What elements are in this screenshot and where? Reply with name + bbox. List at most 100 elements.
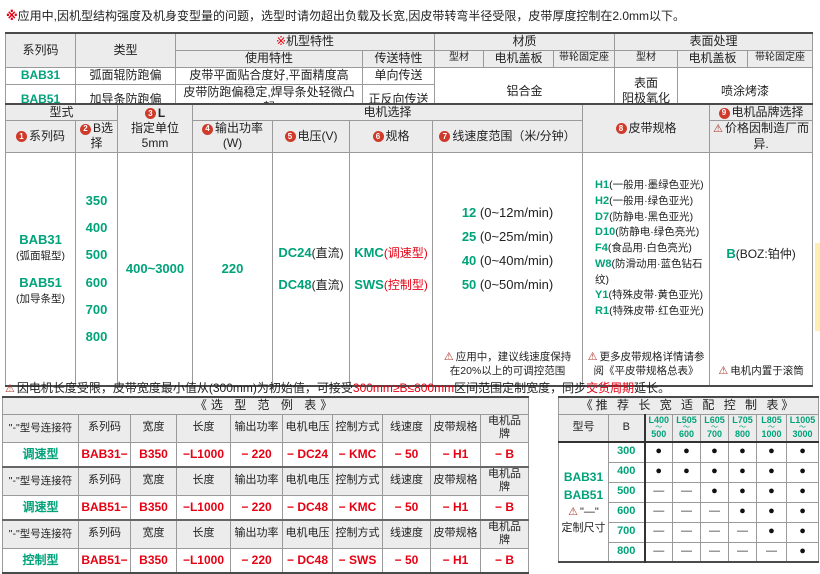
voltage-options-cell: DC24(直流)DC48(直流) — [273, 152, 350, 386]
circle-3-icon: 3 — [145, 108, 156, 119]
length-range-stack: L605〜700 — [701, 416, 728, 439]
example-header-cell: 线速度 — [383, 467, 431, 496]
speed-range: (0~25m/min) — [476, 229, 553, 244]
available-cell: ● — [787, 522, 819, 542]
warning-icon: ⚠ — [713, 123, 723, 135]
available-cell: ● — [673, 442, 701, 462]
unavailable-cell: — — [673, 522, 701, 542]
belt-desc: (特殊皮带·黄色亚光) — [609, 289, 704, 301]
series-bab51: BAB51 — [19, 275, 62, 291]
unavailable-cell: — — [757, 542, 787, 562]
power-value: 220 — [222, 261, 244, 277]
belt-option: D10(防静电·绿色亮光) — [595, 225, 699, 241]
example-value-cell: B350 — [131, 549, 177, 573]
example-value-cell: − 50 — [383, 496, 431, 520]
example-header-cell: 控制方式 — [333, 467, 383, 496]
circle-7-icon: 7 — [439, 131, 450, 142]
speed-code: 12 — [462, 205, 476, 220]
usage-warning-text: 应用中,因机型结构强度及机身变型量的问题，选型时请勿超出负载及长宽,因皮带转弯半… — [18, 9, 685, 23]
example-table-title: 《选 型 范 例 表》 — [3, 397, 529, 414]
b-option: 600 — [86, 275, 108, 291]
example-row-label: 调速型 — [3, 443, 79, 467]
available-cell: ● — [787, 542, 819, 562]
example-header-cell: 宽度 — [131, 467, 177, 496]
delivery-highlight: 交货周期 — [586, 381, 634, 395]
width-range-highlight: 300mm≥B≤800mm — [353, 381, 454, 395]
usage-warning-note: ※应用中,因机型结构强度及机身变型量的问题，选型时请勿超出负载及长宽,因皮带转弯… — [6, 7, 685, 24]
voltage-option: DC48(直流) — [278, 277, 343, 293]
example-value-cell: − DC48 — [283, 496, 333, 520]
spec-note: (调速型) — [384, 246, 428, 260]
belt-note: ⚠更多皮带规格详情请参 阅《平皮带规格总表》 — [583, 350, 709, 378]
belt-code: D10 — [595, 226, 615, 238]
col-surface-profile: 型材 — [615, 50, 678, 67]
voltage-option: DC24(直流) — [278, 245, 343, 261]
example-value-cell: − H1 — [431, 443, 481, 467]
belt-code: H2 — [595, 195, 609, 207]
example-header-cell: 长度 — [177, 414, 231, 443]
available-cell: ● — [673, 462, 701, 482]
available-cell: ● — [729, 482, 757, 502]
col-speed-range: 7线速度范围（米/分钟） — [433, 121, 583, 153]
belt-desc: (防静电·黑色亚光) — [609, 211, 693, 223]
available-cell: ● — [757, 502, 787, 522]
unavailable-cell: — — [645, 502, 673, 522]
col-model: 型号 — [559, 414, 609, 442]
available-cell: ● — [757, 442, 787, 462]
length-bottom: 700 — [707, 430, 722, 439]
b-option: 500 — [86, 247, 108, 263]
series-options-cell: BAB31 (弧面辊型) BAB51 (加导条型) — [6, 152, 76, 386]
model-line: BAB31 — [559, 468, 608, 486]
unavailable-cell: — — [729, 542, 757, 562]
belt-code: F4 — [595, 242, 608, 254]
length-range-header: L705〜800 — [729, 414, 757, 442]
circle-5-icon: 5 — [285, 131, 296, 142]
example-value-cell: − 50 — [383, 443, 431, 467]
type-bab31: 弧面辊防跑偏 — [76, 67, 176, 84]
model-cell: BAB31BAB51⚠"—"定制尺寸 — [559, 442, 609, 562]
available-cell: ● — [645, 462, 673, 482]
example-header-cell: 宽度 — [131, 520, 177, 549]
example-value-cell: − KMC — [333, 496, 383, 520]
example-header-row: "-"型号连接符系列码宽度长度输出功率电机电压控制方式线速度皮带规格电机品牌 — [3, 520, 529, 549]
example-header-cell: 控制方式 — [333, 414, 383, 443]
warning-icon: ⚠ — [444, 351, 454, 363]
col-motor-group: 电机选择 — [193, 104, 583, 121]
voltage-note: (直流) — [312, 278, 344, 292]
example-header-cell: 电机电压 — [283, 414, 333, 443]
belt-desc: (一般用·墨绿色亚光) — [609, 179, 704, 191]
speed-range: (0~40m/min) — [476, 253, 553, 268]
length-range-header: L805〜1000 — [757, 414, 787, 442]
belt-desc: (防滑动用·蓝色钻石纹) — [595, 258, 703, 286]
example-value-cell: − DC24 — [283, 443, 333, 467]
example-value-cell: BAB51− — [79, 549, 131, 573]
example-header-cell: 电机电压 — [283, 520, 333, 549]
col-spec: 6规格 — [350, 121, 433, 153]
length-range-header: L400〜500 — [645, 414, 673, 442]
spec-options-cell: KMC(调速型)SWS(控制型) — [350, 152, 433, 386]
available-cell: ● — [729, 502, 757, 522]
unavailable-cell: — — [673, 482, 701, 502]
b-option: 400 — [86, 220, 108, 236]
col-surface-motor-cover: 电机盖板 — [678, 50, 748, 67]
example-value-cell: − KMC — [333, 443, 383, 467]
belt-desc: (防静电·绿色亮光) — [615, 226, 699, 238]
example-header-cell: 线速度 — [383, 520, 431, 549]
available-cell: ● — [757, 482, 787, 502]
col-surface-pulley-seat: 带轮固定座 — [748, 50, 813, 67]
example-header-cell: 控制方式 — [333, 520, 383, 549]
unavailable-cell: — — [645, 542, 673, 562]
model-selector-table: 型式 3L 指定单位5mm 电机选择 8皮带规格 9电机品牌选择 1系列码 2B… — [5, 103, 813, 387]
belt-option: H2(一般用·绿色亚光) — [595, 194, 693, 210]
voltage-code: DC24 — [278, 245, 311, 260]
speed-range: (0~50m/min) — [476, 277, 553, 292]
b-value-cell: 500 — [609, 482, 645, 502]
length-range-header: L505〜600 — [673, 414, 701, 442]
circle-4-icon: 4 — [202, 124, 213, 135]
example-header-cell: 皮带规格 — [431, 467, 481, 496]
example-data-row: 控制型BAB51−B350−L1000− 220− DC48− SWS− 50−… — [3, 549, 529, 573]
b-value-cell: 400 — [609, 462, 645, 482]
circle-2-icon: 2 — [80, 124, 91, 135]
col-material-group: 材质 — [435, 33, 615, 50]
col-voltage: 5电压(V) — [273, 121, 350, 153]
